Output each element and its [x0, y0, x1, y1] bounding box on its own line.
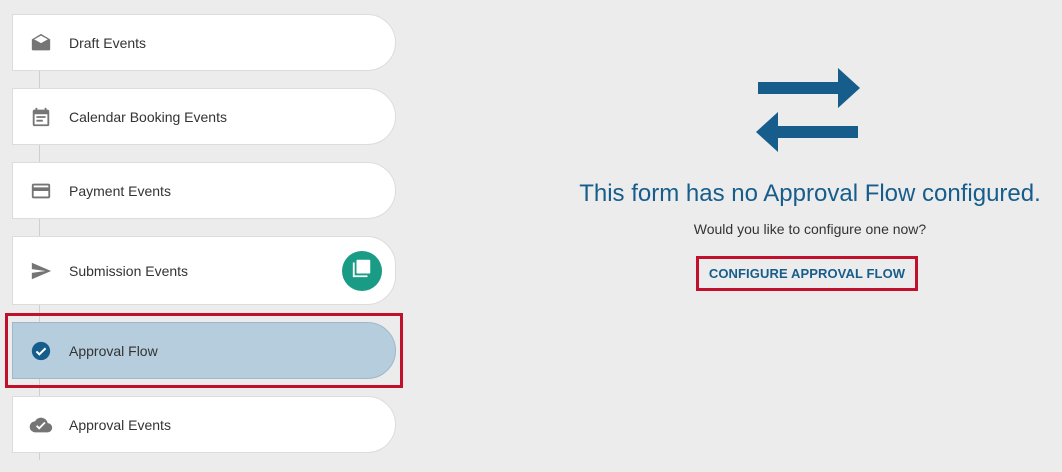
sidebar-item-label: Draft Events	[69, 34, 147, 51]
swap-arrows-icon	[754, 66, 862, 159]
check-circle-icon	[29, 339, 53, 363]
sidebar-item-label: Calendar Booking Events	[69, 108, 227, 125]
pdf-icon	[351, 257, 373, 284]
sidebar-item-label: Approval Flow	[69, 342, 158, 359]
sidebar-item-approval-events[interactable]: Approval Events	[12, 396, 396, 453]
pdf-badge[interactable]	[342, 250, 382, 291]
empty-state-title: This form has no Approval Flow configure…	[579, 180, 1041, 207]
sidebar-item-label: Submission Events	[69, 262, 189, 279]
sidebar-item-calendar-booking-events[interactable]: Calendar Booking Events	[12, 88, 396, 145]
sidebar-item-draft-events[interactable]: Draft Events	[12, 14, 396, 71]
configure-approval-flow-button[interactable]: CONFIGURE APPROVAL FLOW	[696, 256, 918, 291]
sidebar-item-payment-events[interactable]: Payment Events	[12, 162, 396, 219]
envelope-open-icon	[29, 31, 53, 55]
send-icon	[29, 259, 53, 283]
sidebar-item-label: Approval Events	[69, 416, 171, 433]
empty-state-subtitle: Would you like to configure one now?	[693, 221, 927, 237]
calendar-icon	[29, 105, 53, 129]
empty-state-panel: This form has no Approval Flow configure…	[560, 0, 1060, 472]
sidebar-item-label: Payment Events	[69, 182, 171, 199]
credit-card-icon	[29, 179, 53, 203]
sidebar-item-approval-flow[interactable]: Approval Flow	[12, 322, 396, 379]
sidebar-item-submission-events[interactable]: Submission Events	[12, 236, 396, 305]
cloud-check-icon	[29, 413, 53, 437]
